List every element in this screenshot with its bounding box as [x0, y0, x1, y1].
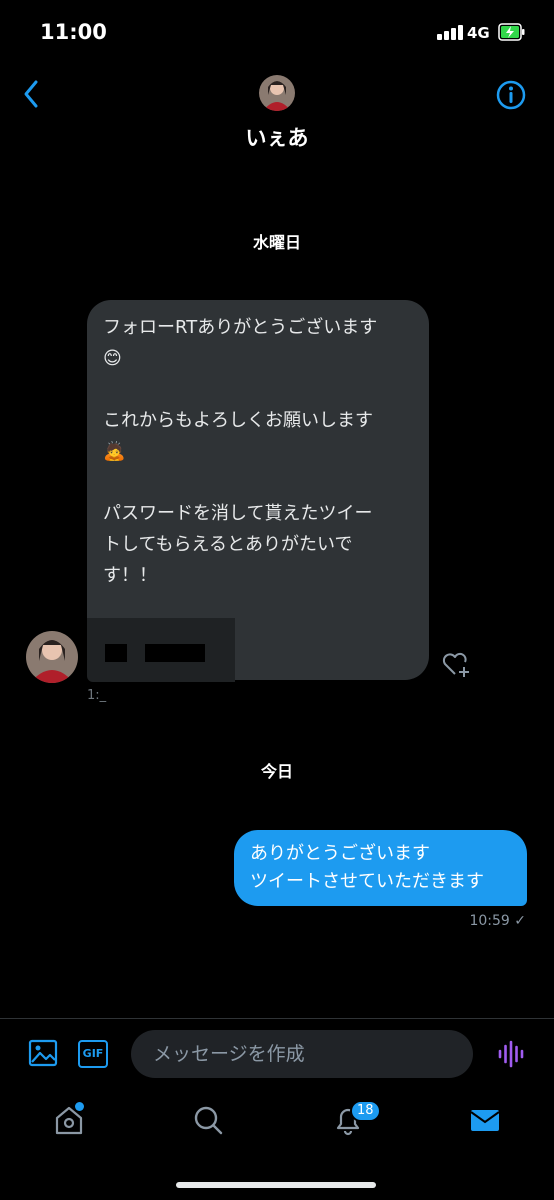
message-emoji: 🙇	[103, 441, 126, 462]
redacted-password	[87, 618, 235, 682]
outgoing-message-bubble[interactable]: ありがとうございます ツイートさせていただきます	[234, 830, 527, 906]
gif-button[interactable]: GIF	[78, 1040, 108, 1068]
message-line: す！！	[103, 565, 157, 586]
back-arrow-icon	[24, 80, 38, 108]
mail-icon	[470, 1110, 500, 1131]
day-label: 水曜日	[252, 233, 301, 252]
back-button[interactable]	[16, 76, 50, 112]
battery-charging-icon	[498, 22, 526, 42]
message-emoji: 😊	[103, 348, 122, 369]
signal-icon	[437, 24, 465, 40]
add-media-button[interactable]	[28, 1038, 58, 1068]
network-label: 4G	[467, 24, 490, 42]
message-line: フォローRTありがとうございます	[103, 317, 378, 338]
sender-avatar[interactable]	[26, 631, 78, 683]
search-icon	[194, 1106, 223, 1135]
incoming-message-time: 1:_	[87, 688, 107, 703]
message-line: ありがとうございます	[250, 843, 430, 864]
outgoing-message-time: 10:59 ✓	[469, 913, 526, 929]
image-icon	[28, 1039, 58, 1067]
message-line: これからもよろしくお願いします	[103, 410, 373, 431]
info-icon	[496, 80, 526, 110]
message-input[interactable]	[131, 1030, 473, 1078]
day-label: 今日	[260, 762, 293, 781]
voice-wave-icon	[498, 1040, 524, 1068]
voice-message-button[interactable]	[497, 1040, 525, 1068]
tab-search[interactable]	[191, 1103, 225, 1137]
add-reaction-heart-icon	[442, 652, 469, 677]
add-reaction-button[interactable]	[440, 648, 472, 680]
contact-name[interactable]: いぇあ	[0, 122, 554, 152]
message-line: トしてもらえるとありがたいで	[103, 534, 353, 555]
message-line: ツイートさせていただきます	[250, 871, 484, 892]
home-unread-dot	[75, 1102, 84, 1111]
home-indicator	[176, 1182, 376, 1188]
info-button[interactable]	[495, 79, 527, 111]
contact-avatar[interactable]	[259, 75, 295, 111]
status-time: 11:00	[40, 20, 107, 44]
incoming-message-bubble[interactable]: フォローRTありがとうございます 😊 これからもよろしくお願いします 🙇 パスワ…	[87, 300, 429, 682]
message-composer[interactable]	[131, 1030, 473, 1078]
composer-divider	[0, 1018, 554, 1019]
message-line: パスワードを消して貰えたツイー	[103, 503, 373, 524]
tab-messages[interactable]	[468, 1103, 502, 1137]
notifications-badge: 18	[350, 1100, 381, 1122]
